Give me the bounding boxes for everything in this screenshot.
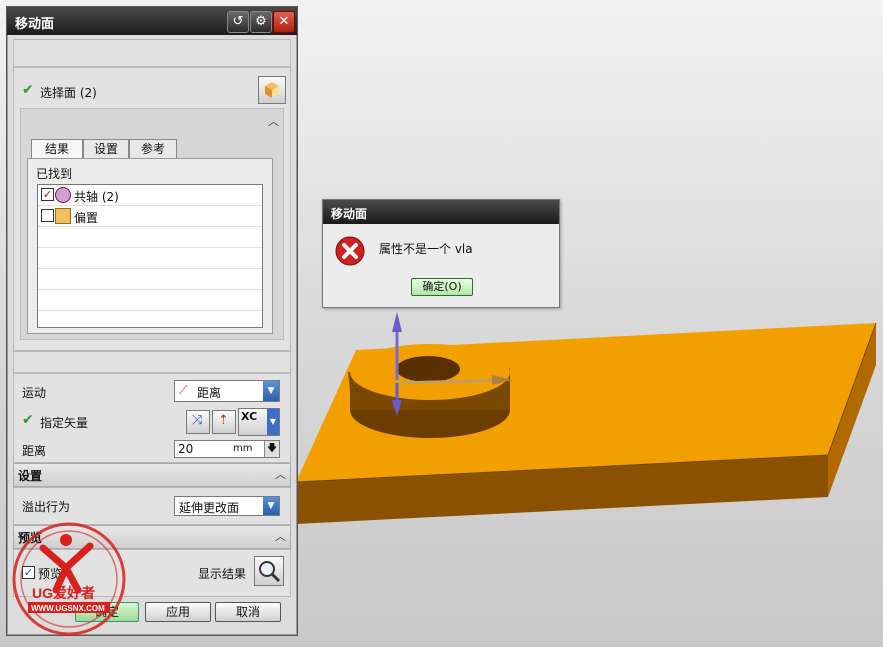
error-dialog-title: 移动面 (331, 207, 368, 221)
settings-section-title: 设置 (18, 469, 43, 483)
list-item (38, 269, 262, 290)
error-message: 属性不是一个 vla (379, 242, 473, 256)
coaxial-icon (55, 187, 71, 203)
found-list: ✓ 共轴 (2) 偏置 (37, 184, 263, 328)
vector-xc-label: XC (241, 410, 258, 423)
overflow-select[interactable]: 延伸更改面 ▼ (174, 496, 280, 516)
settings-section-header[interactable]: 设置 ︿ (13, 463, 291, 487)
reset-icon[interactable]: ↺ (227, 11, 249, 33)
spacer-panel (13, 351, 291, 373)
distance-value: 20 (178, 442, 194, 456)
part-viewport[interactable] (290, 300, 883, 540)
chevron-down-icon: ▼ (263, 497, 279, 515)
chevron-down-icon: ▼ (263, 381, 279, 401)
list-item (38, 290, 262, 311)
check-icon: ✔ (22, 412, 34, 428)
cube-icon (265, 82, 279, 98)
checkbox-coaxial[interactable]: ✓ (41, 188, 54, 201)
checkbox-offset[interactable] (41, 209, 54, 222)
distance-input[interactable]: 20 mm 🡇 (174, 440, 280, 458)
magnifier-icon (259, 561, 281, 583)
watermark-url: WWW.UGSNX.COM (31, 604, 105, 613)
reverse-direction-button[interactable]: ⤨ (186, 410, 210, 434)
face-select-button[interactable] (258, 76, 286, 104)
chevron-up-icon[interactable]: ︿ (268, 113, 279, 129)
dialog-title: 移动面 (15, 17, 55, 32)
overflow-label: 溢出行为 (22, 500, 71, 514)
motion-select[interactable]: ⟋ 距离 ▼ (174, 380, 280, 402)
motion-label: 运动 (22, 386, 47, 400)
distance-label: 距离 (22, 444, 47, 458)
found-label: 已找到 (36, 167, 73, 181)
list-item (38, 248, 262, 269)
select-face-label: 选择面 (2) (40, 86, 97, 100)
arrow-down-icon: 🡇 (264, 441, 279, 457)
vector-icon: ⇡ (218, 413, 229, 428)
check-icon: ✔ (22, 82, 34, 98)
dialog-title-bar: 移动面 ↺ ⚙ ✕ (7, 7, 297, 35)
chevron-down-icon: ▼ (267, 409, 279, 435)
reverse-icon: ⤨ (192, 413, 203, 428)
chevron-up-icon[interactable]: ︿ (275, 528, 286, 544)
distance-unit: mm (233, 443, 253, 454)
vector-type-select[interactable]: XC ▼ (238, 408, 280, 436)
list-item[interactable]: ✓ 共轴 (2) (38, 185, 262, 206)
error-ok-button[interactable]: 确定(O) (411, 278, 473, 296)
gear-icon[interactable]: ⚙ (250, 11, 272, 33)
show-result-label: 显示结果 (198, 567, 247, 581)
vector-dialog-button[interactable]: ⇡ (212, 410, 236, 434)
watermark-logo: UG爱好者 WWW.UGSNX.COM (12, 522, 126, 636)
error-icon (335, 236, 365, 266)
tab-settings[interactable]: 设置 (83, 139, 129, 158)
watermark-text: UG爱好者 (32, 585, 95, 601)
list-item-label: 偏置 (74, 211, 99, 225)
list-item (38, 227, 262, 248)
motion-value: 距离 (197, 386, 222, 400)
chevron-up-icon[interactable]: ︿ (275, 466, 286, 482)
close-icon[interactable]: ✕ (273, 11, 295, 33)
boss-hole (396, 356, 460, 382)
offset-icon (55, 208, 71, 224)
tab-reference[interactable]: 参考 (129, 139, 177, 158)
list-item[interactable]: 偏置 (38, 206, 262, 227)
dialog-top-panel (13, 39, 291, 67)
list-item-label: 共轴 (2) (74, 190, 119, 204)
apply-button[interactable]: 应用 (145, 602, 211, 622)
show-result-button[interactable] (254, 556, 284, 586)
overflow-value: 延伸更改面 (179, 501, 240, 515)
cancel-button[interactable]: 取消 (215, 602, 281, 622)
transform-panel: 运动 ⟋ 距离 ▼ ✔ 指定矢量 ⤨ ⇡ XC ▼ 距离 20 mm 🡇 (13, 373, 291, 463)
tab-results[interactable]: 结果 (31, 139, 83, 159)
error-dialog: 移动面 属性不是一个 vla 确定(O) (322, 199, 560, 308)
error-dialog-title-bar: 移动面 (323, 200, 559, 224)
distance-icon: ⟋ (179, 383, 188, 397)
specify-vector-label: 指定矢量 (40, 416, 89, 430)
